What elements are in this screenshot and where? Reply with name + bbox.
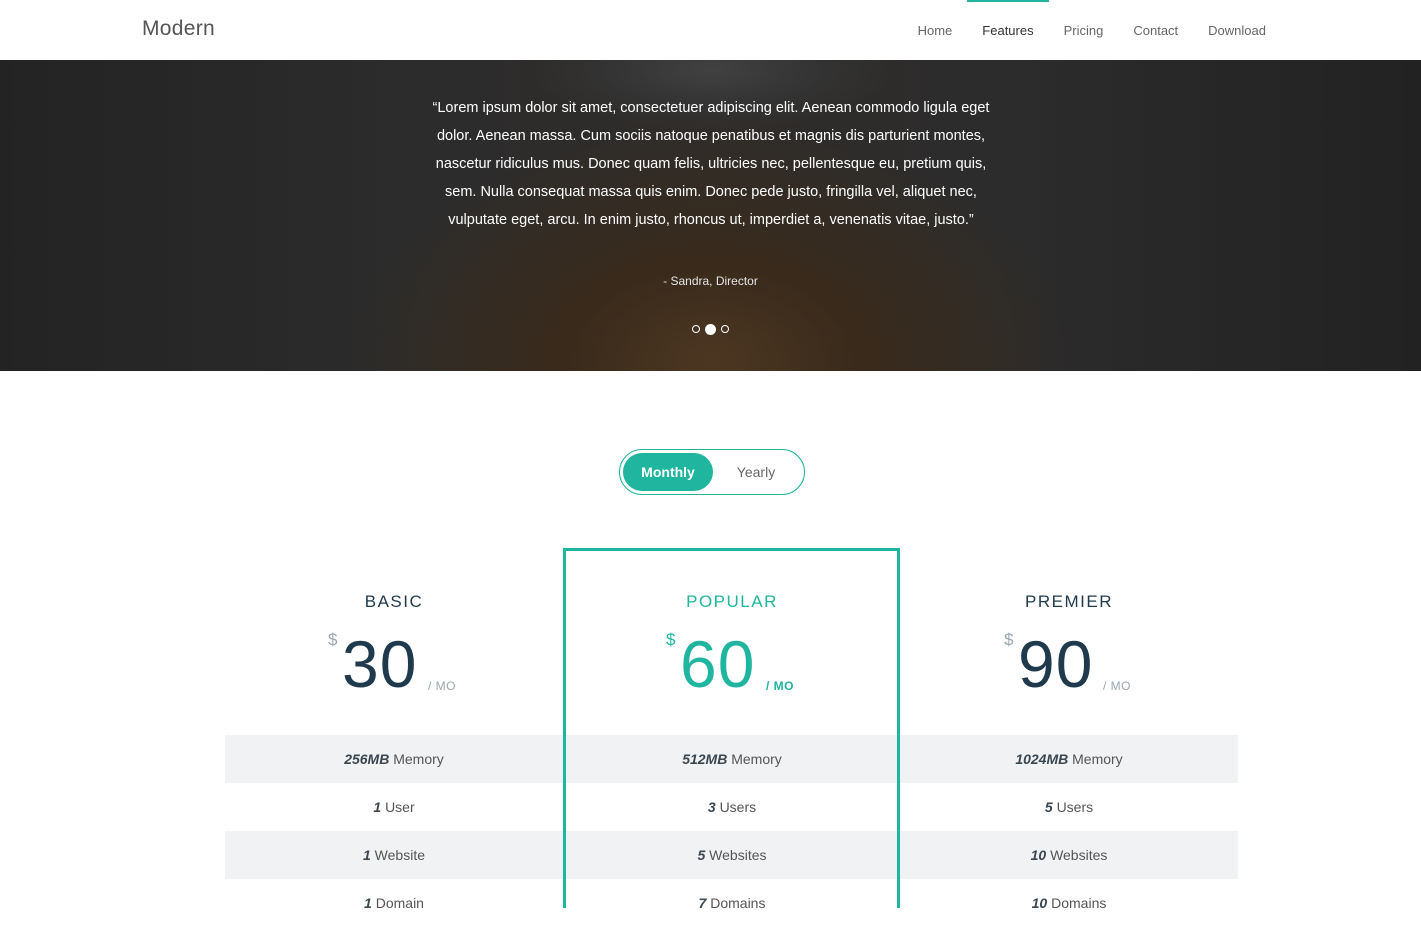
price-currency: $ (328, 630, 338, 649)
feature-label: User (385, 799, 415, 815)
billing-period-toggle: Monthly Yearly (619, 449, 805, 495)
feature-row: 3 Users (563, 783, 901, 831)
pricing-tables: BASIC $ 30 / MO 256MB Memory 1 User 1 We… (225, 548, 1238, 911)
plan-premier: PREMIER $ 90 / MO 1024MB Memory 5 Users … (900, 548, 1238, 911)
yearly-toggle-button[interactable]: Yearly (716, 453, 796, 491)
feature-label: Domains (710, 895, 766, 911)
feature-label: Users (1056, 799, 1094, 815)
feature-label: Websites (709, 847, 767, 863)
feature-label: Users (719, 799, 757, 815)
feature-list: 512MB Memory 3 Users 5 Websites 7 Domain… (563, 735, 901, 927)
feature-label: Memory (393, 751, 444, 767)
nav-item-download[interactable]: Download (1193, 0, 1281, 60)
feature-value: 256MB (344, 751, 390, 767)
carousel-indicators (0, 324, 1421, 335)
plan-name: PREMIER (1025, 592, 1113, 611)
feature-label: Domains (1051, 895, 1107, 911)
feature-row: 5 Users (900, 783, 1238, 831)
top-navbar: Modern Home Features Pricing Contact Dow… (0, 0, 1421, 60)
feature-value: 10 (1031, 895, 1048, 911)
price-currency: $ (1004, 630, 1014, 649)
feature-row: 512MB Memory (563, 735, 901, 783)
price-amount: 90 (1018, 627, 1094, 701)
feature-row: 1024MB Memory (900, 735, 1238, 783)
plan-price: $ 30 / MO (225, 624, 563, 704)
plan-name: BASIC (364, 592, 424, 611)
monthly-toggle-button[interactable]: Monthly (623, 453, 713, 491)
nav-item-pricing[interactable]: Pricing (1049, 0, 1119, 60)
feature-value: 5 (1044, 799, 1053, 815)
plan-basic: BASIC $ 30 / MO 256MB Memory 1 User 1 We… (225, 548, 563, 911)
price-currency: $ (666, 630, 676, 649)
feature-value: 7 (698, 895, 707, 911)
feature-list: 256MB Memory 1 User 1 Website 1 Domain (225, 735, 563, 927)
feature-row: 7 Domains (563, 879, 901, 927)
feature-value: 1 (364, 895, 372, 911)
feature-row: 1 User (225, 783, 563, 831)
price-period: / MO (766, 679, 794, 693)
feature-row: 1 Website (225, 831, 563, 879)
brand-logo[interactable]: Modern (142, 17, 215, 41)
nav-item-home[interactable]: Home (903, 0, 968, 60)
feature-list: 1024MB Memory 5 Users 10 Websites 10 Dom… (900, 735, 1238, 927)
feature-row: 1 Domain (225, 879, 563, 927)
plan-popular: POPULAR $ 60 / MO 512MB Memory 3 Users 5… (563, 548, 901, 911)
price-period: / MO (1103, 679, 1131, 693)
nav-item-features[interactable]: Features (967, 0, 1049, 60)
feature-label: Memory (731, 751, 782, 767)
feature-value: 10 (1030, 847, 1047, 863)
price-period: / MO (428, 679, 456, 693)
price-amount: 30 (342, 627, 418, 701)
plan-price: $ 60 / MO (563, 624, 901, 704)
testimonial-hero: “Lorem ipsum dolor sit amet, consectetue… (0, 60, 1421, 371)
carousel-dot-1[interactable] (692, 325, 700, 333)
carousel-dot-3[interactable] (721, 325, 729, 333)
plan-name: POPULAR (686, 592, 778, 611)
feature-label: Domain (375, 895, 424, 911)
feature-label: Website (374, 847, 425, 863)
feature-label: Memory (1072, 751, 1123, 767)
plan-price: $ 90 / MO (900, 624, 1238, 704)
feature-value: 512MB (682, 751, 728, 767)
feature-label: Websites (1050, 847, 1108, 863)
feature-value: 1 (373, 799, 382, 815)
feature-value: 5 (697, 847, 706, 863)
main-nav: Home Features Pricing Contact Download (903, 0, 1281, 60)
price-amount: 60 (680, 627, 756, 701)
feature-value: 1024MB (1015, 751, 1069, 767)
testimonial-quote: “Lorem ipsum dolor sit amet, consectetue… (432, 100, 990, 228)
nav-item-contact[interactable]: Contact (1118, 0, 1193, 60)
feature-row: 256MB Memory (225, 735, 563, 783)
feature-row: 10 Websites (900, 831, 1238, 879)
carousel-dot-2[interactable] (705, 324, 716, 335)
testimonial-author: - Sandra, Director (663, 274, 758, 288)
feature-row: 10 Domains (900, 879, 1238, 927)
feature-value: 3 (707, 799, 716, 815)
feature-value: 1 (362, 847, 371, 863)
feature-row: 5 Websites (563, 831, 901, 879)
